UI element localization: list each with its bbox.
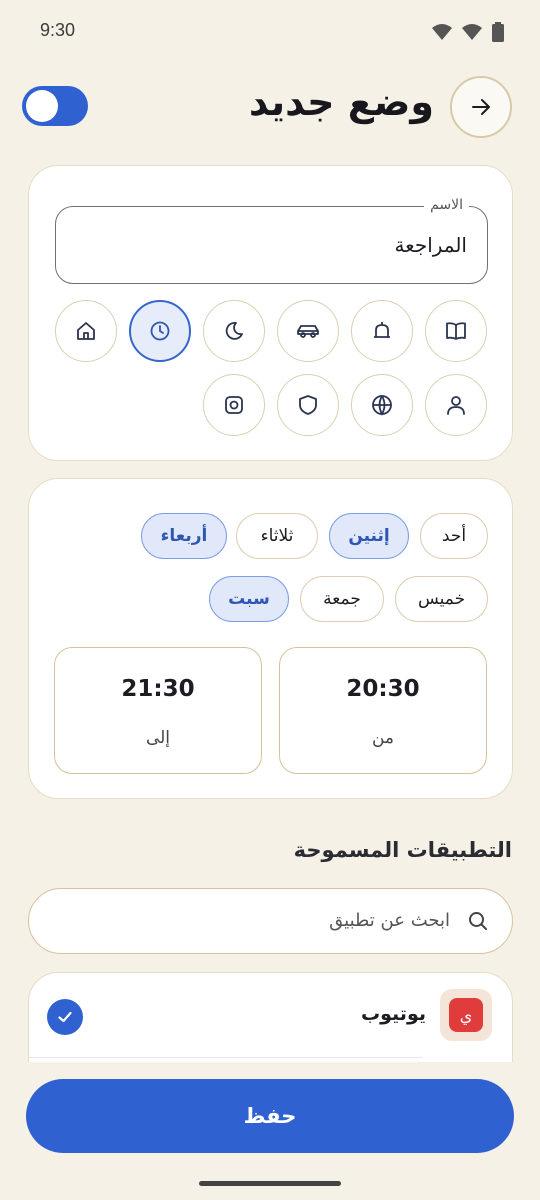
home-icon	[77, 322, 95, 340]
icon-option-person[interactable]	[425, 374, 487, 436]
divider	[29, 1057, 422, 1058]
app-name: يوتيوب	[361, 1003, 426, 1025]
day-chip-sunday[interactable]: أحد	[420, 513, 488, 559]
icon-option-clock[interactable]	[129, 300, 191, 362]
name-label: الاسم	[424, 197, 469, 213]
time-to-value: 21:30	[121, 676, 195, 702]
bell-icon	[374, 322, 390, 338]
icon-option-moon[interactable]	[203, 300, 265, 362]
search-icon	[469, 912, 487, 930]
app-search-input[interactable]: ابحث عن تطبيق	[28, 888, 513, 954]
search-placeholder: ابحث عن تطبيق	[329, 910, 450, 931]
time-to-box[interactable]: 21:30 إلى	[54, 647, 262, 774]
signal-icon	[462, 24, 482, 40]
shield-icon	[299, 395, 317, 415]
header: وضع جديد	[0, 74, 540, 138]
icon-option-bell[interactable]	[351, 300, 413, 362]
gesture-bar[interactable]	[199, 1181, 341, 1186]
day-chip-tuesday[interactable]: ثلاثاء	[236, 513, 318, 559]
wifi-icon	[432, 24, 452, 40]
time-to-label: إلى	[145, 728, 171, 748]
app-checkbox[interactable]	[47, 999, 83, 1035]
save-button[interactable]: حفظ	[26, 1079, 514, 1153]
app-icon-letter: ي	[449, 998, 483, 1032]
icon-option-home[interactable]	[55, 300, 117, 362]
person-icon	[447, 396, 465, 415]
battery-icon	[492, 22, 504, 42]
arrow-right-icon	[472, 99, 490, 115]
icon-option-car[interactable]	[277, 300, 339, 362]
status-icons	[432, 22, 504, 42]
day-chip-monday[interactable]: إثنين	[329, 513, 409, 559]
car-icon	[297, 325, 319, 338]
time-from-box[interactable]: 20:30 من	[279, 647, 487, 774]
name-value[interactable]: المراجعة	[394, 233, 467, 257]
day-chip-saturday[interactable]: سبت	[209, 576, 289, 622]
back-button[interactable]	[450, 76, 512, 138]
icon-option-globe[interactable]	[351, 374, 413, 436]
bottom-bar: حفظ	[0, 1062, 540, 1200]
check-icon	[58, 1011, 72, 1023]
day-chip-wednesday[interactable]: أربعاء	[141, 513, 227, 559]
time-from-label: من	[371, 728, 395, 748]
allowed-apps-title: التطبيقات المسموحة	[293, 838, 512, 862]
status-bar: 9:30	[0, 0, 540, 62]
name-field[interactable]: الاسم المراجعة	[55, 197, 488, 284]
schedule-card: أحد إثنين ثلاثاء أربعاء خميس جمعة سبت 20…	[28, 478, 513, 799]
instagram-icon	[225, 396, 243, 414]
day-chip-friday[interactable]: جمعة	[300, 576, 384, 622]
day-chip-thursday[interactable]: خميس	[395, 576, 488, 622]
time-from-value: 20:30	[346, 676, 420, 702]
clock-icon	[150, 321, 170, 341]
page-title: وضع جديد	[248, 80, 434, 124]
book-icon	[446, 322, 466, 340]
icon-option-instagram[interactable]	[203, 374, 265, 436]
app-icon-youtube: ي	[440, 989, 492, 1041]
status-time: 9:30	[40, 20, 76, 40]
icon-option-shield[interactable]	[277, 374, 339, 436]
mode-toggle[interactable]	[22, 86, 88, 126]
mode-details-card: الاسم المراجعة	[28, 165, 513, 461]
icon-option-book[interactable]	[425, 300, 487, 362]
globe-icon	[372, 395, 392, 416]
toggle-knob	[26, 90, 58, 122]
moon-icon	[225, 322, 243, 340]
